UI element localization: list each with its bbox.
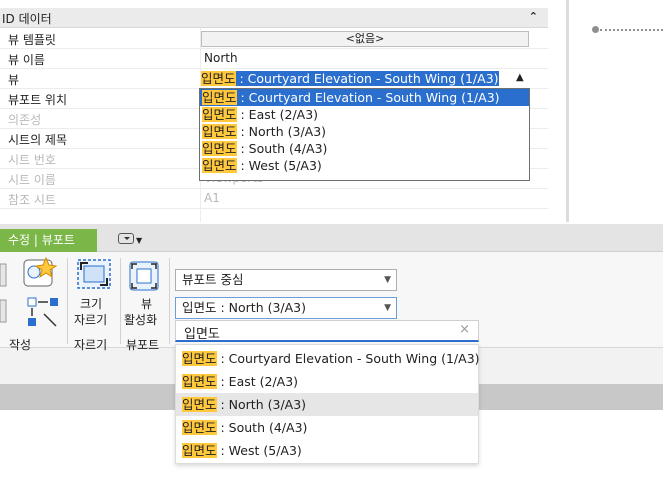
view-dropdown[interactable]: 입면도 : North (3/A3) ▼ (175, 297, 397, 319)
panel-label-create: 작성 (9, 338, 32, 352)
view-option[interactable]: 입면도 : Courtyard Elevation - South Wing (… (200, 89, 529, 106)
connector-dot-icon (592, 26, 599, 33)
clear-icon[interactable]: × (459, 322, 470, 337)
prop-label: 뷰 이름 (8, 53, 45, 67)
prop-row-view: 뷰 입면도 : Courtyard Elevation - South Wing… (0, 69, 548, 89)
prop-label: 시트의 제목 (8, 133, 68, 147)
view-option[interactable]: 입면도 : West (5/A3) (200, 157, 529, 174)
prop-label: 참조 시트 (8, 193, 56, 207)
collapse-icon[interactable]: ⌃ (529, 10, 538, 23)
chevron-down-icon: ▼ (136, 236, 143, 245)
match-highlight: 입면도 (182, 397, 217, 412)
view-select-value: : Courtyard Elevation - South Wing (1/A3… (235, 71, 499, 86)
section-title: ID 데이터 (2, 12, 52, 26)
tab-modify-viewports[interactable]: 수정 | 뷰포트 (0, 229, 97, 252)
match-highlight: 입면도 (182, 351, 217, 366)
chevron-down-icon: ▼ (384, 275, 391, 285)
match-highlight: 입면도 (202, 141, 237, 156)
match-highlight: 입면도 (182, 420, 217, 435)
view-name-value[interactable]: North (204, 51, 238, 65)
prop-label: 시트 이름 (8, 173, 56, 187)
result-item[interactable]: 입면도 : Courtyard Elevation - South Wing (… (176, 347, 480, 370)
chevron-down-icon: ▼ (384, 303, 391, 313)
prop-row-view-name: 뷰 이름 North (0, 49, 548, 69)
match-highlight: 입면도 (202, 158, 237, 173)
view-dropdown-value: 입면도 : North (3/A3) (182, 300, 307, 315)
result-item[interactable]: 입면도 : South (4/A3) (176, 416, 478, 439)
view-select[interactable]: 입면도 : Courtyard Elevation - South Wing (… (201, 70, 506, 88)
callout-connector (592, 26, 663, 33)
view-search-results: 입면도 : Courtyard Elevation - South Wing (… (175, 344, 480, 464)
view-dropdown-list: 입면도 : Courtyard Elevation - South Wing (… (199, 88, 530, 181)
prop-label: 뷰포트 위치 (8, 93, 68, 107)
search-query[interactable]: 입면도 (184, 323, 220, 342)
connector-line (600, 29, 663, 31)
create-tools-icon[interactable] (0, 256, 64, 334)
properties-scrollbar[interactable] (548, 0, 570, 222)
panel-options-button[interactable]: ▼ (118, 232, 152, 248)
view-option[interactable]: 입면도 : North (3/A3) (200, 123, 529, 140)
match-highlight: 입면도 (201, 71, 236, 86)
view-template-button[interactable]: <없음> (201, 31, 529, 47)
activate-view-label-2[interactable]: 활성화 (124, 311, 157, 328)
prop-label: 의존성 (8, 113, 42, 127)
view-option[interactable]: 입면도 : South (4/A3) (200, 140, 529, 157)
panel-separator (67, 258, 68, 344)
match-highlight: 입면도 (202, 124, 237, 139)
properties-panel: ID 데이터 ⌃ 뷰 템플릿 <없음> 뷰 이름 North 뷰 입면도 : C… (0, 0, 548, 222)
match-highlight: 입면도 (202, 90, 237, 105)
result-item[interactable]: 입면도 : West (5/A3) (176, 439, 478, 462)
viewport-type-value: 뷰포트 중심 (182, 272, 244, 287)
prop-row-reference-sheet: 참조 시트 A1 (0, 189, 548, 209)
chevron-up-icon[interactable]: ▲ (516, 72, 524, 83)
panel-separator (120, 258, 121, 344)
ribbon-tab-strip: 수정 | 뷰포트 ▼ (0, 224, 663, 252)
view-option[interactable]: 입면도 : East (2/A3) (200, 106, 529, 123)
panel-label-crop: 자르기 (74, 338, 108, 352)
reference-sheet-value: A1 (204, 191, 220, 205)
activate-view-icon[interactable] (128, 260, 160, 292)
crop-size-icon[interactable] (76, 258, 114, 292)
crop-size-label-1[interactable]: 크기 (80, 295, 102, 312)
match-highlight: 입면도 (182, 443, 217, 458)
activate-view-label-1[interactable]: 뷰 (141, 295, 152, 312)
prop-label: 뷰 템플릿 (8, 33, 56, 47)
prop-label: 뷰 (8, 73, 20, 87)
panel-label-viewport: 뷰포트 (126, 338, 160, 352)
panel-icon (118, 233, 134, 244)
result-item[interactable]: 입면도 : East (2/A3) (176, 370, 478, 393)
panel-separator (169, 258, 170, 344)
prop-row-view-template: 뷰 템플릿 <없음> (0, 29, 548, 49)
result-item[interactable]: 입면도 : North (3/A3) (176, 393, 478, 416)
scrollbar-track[interactable] (566, 0, 569, 222)
viewport-type-dropdown[interactable]: 뷰포트 중심 ▼ (175, 269, 397, 291)
match-highlight: 입면도 (182, 374, 217, 389)
prop-label: 시트 번호 (8, 153, 56, 167)
identity-data-section-header[interactable]: ID 데이터 ⌃ (0, 8, 548, 28)
view-search-field[interactable]: 입면도 × (175, 320, 479, 342)
crop-size-label-2[interactable]: 자르기 (74, 311, 107, 328)
match-highlight: 입면도 (202, 107, 237, 122)
